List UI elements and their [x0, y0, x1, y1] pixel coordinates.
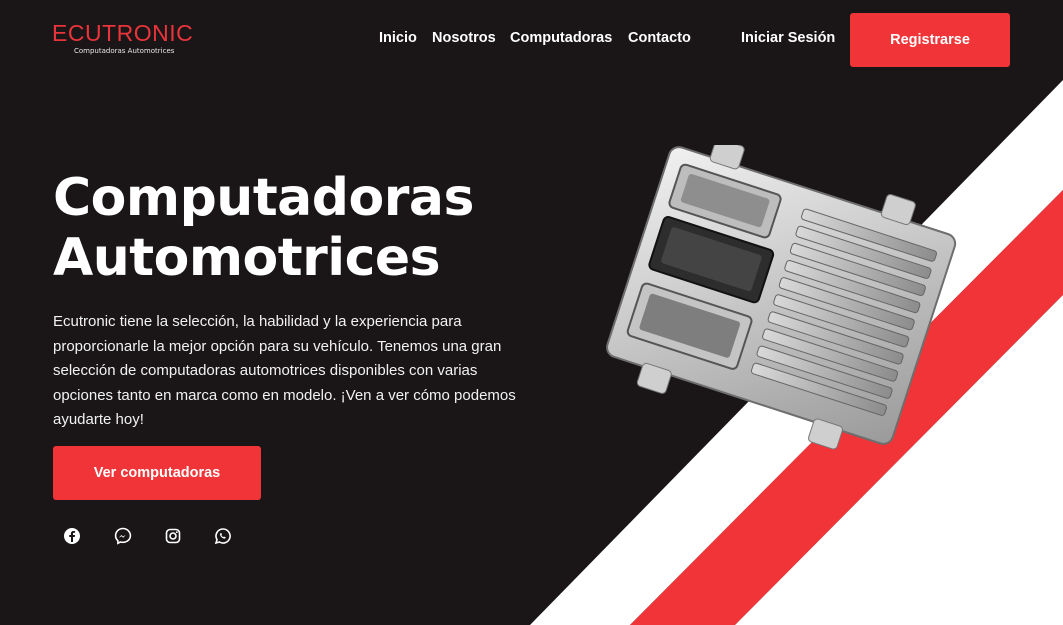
register-button[interactable]: Registrarse: [850, 13, 1010, 67]
view-computers-button[interactable]: Ver computadoras: [53, 446, 261, 500]
nav-link-inicio[interactable]: Inicio: [379, 30, 417, 46]
hero-description: Ecutronic tiene la selección, la habilid…: [53, 313, 516, 428]
instagram-icon[interactable]: [164, 527, 182, 545]
brand-tagline: Computadoras Automotrices: [74, 47, 175, 55]
whatsapp-icon[interactable]: [214, 527, 232, 545]
facebook-icon[interactable]: [63, 527, 81, 545]
ecu-computer-image: [606, 145, 957, 450]
nav-link-contacto[interactable]: Contacto: [628, 30, 691, 46]
nav-link-computadoras[interactable]: Computadoras: [510, 30, 612, 46]
hero-title-line1: Computadoras: [53, 168, 474, 228]
brand-logo[interactable]: ECUTRONIC Computadoras Automotrices: [52, 20, 193, 55]
hero-title-line2: Automotrices: [53, 228, 441, 288]
brand-name: ECUTRONIC: [52, 20, 194, 46]
nav-link-nosotros[interactable]: Nosotros: [432, 30, 496, 46]
login-link[interactable]: Iniciar Sesión: [741, 30, 835, 46]
hero-title: Computadoras Automotrices: [53, 168, 474, 288]
messenger-icon[interactable]: [114, 527, 132, 545]
